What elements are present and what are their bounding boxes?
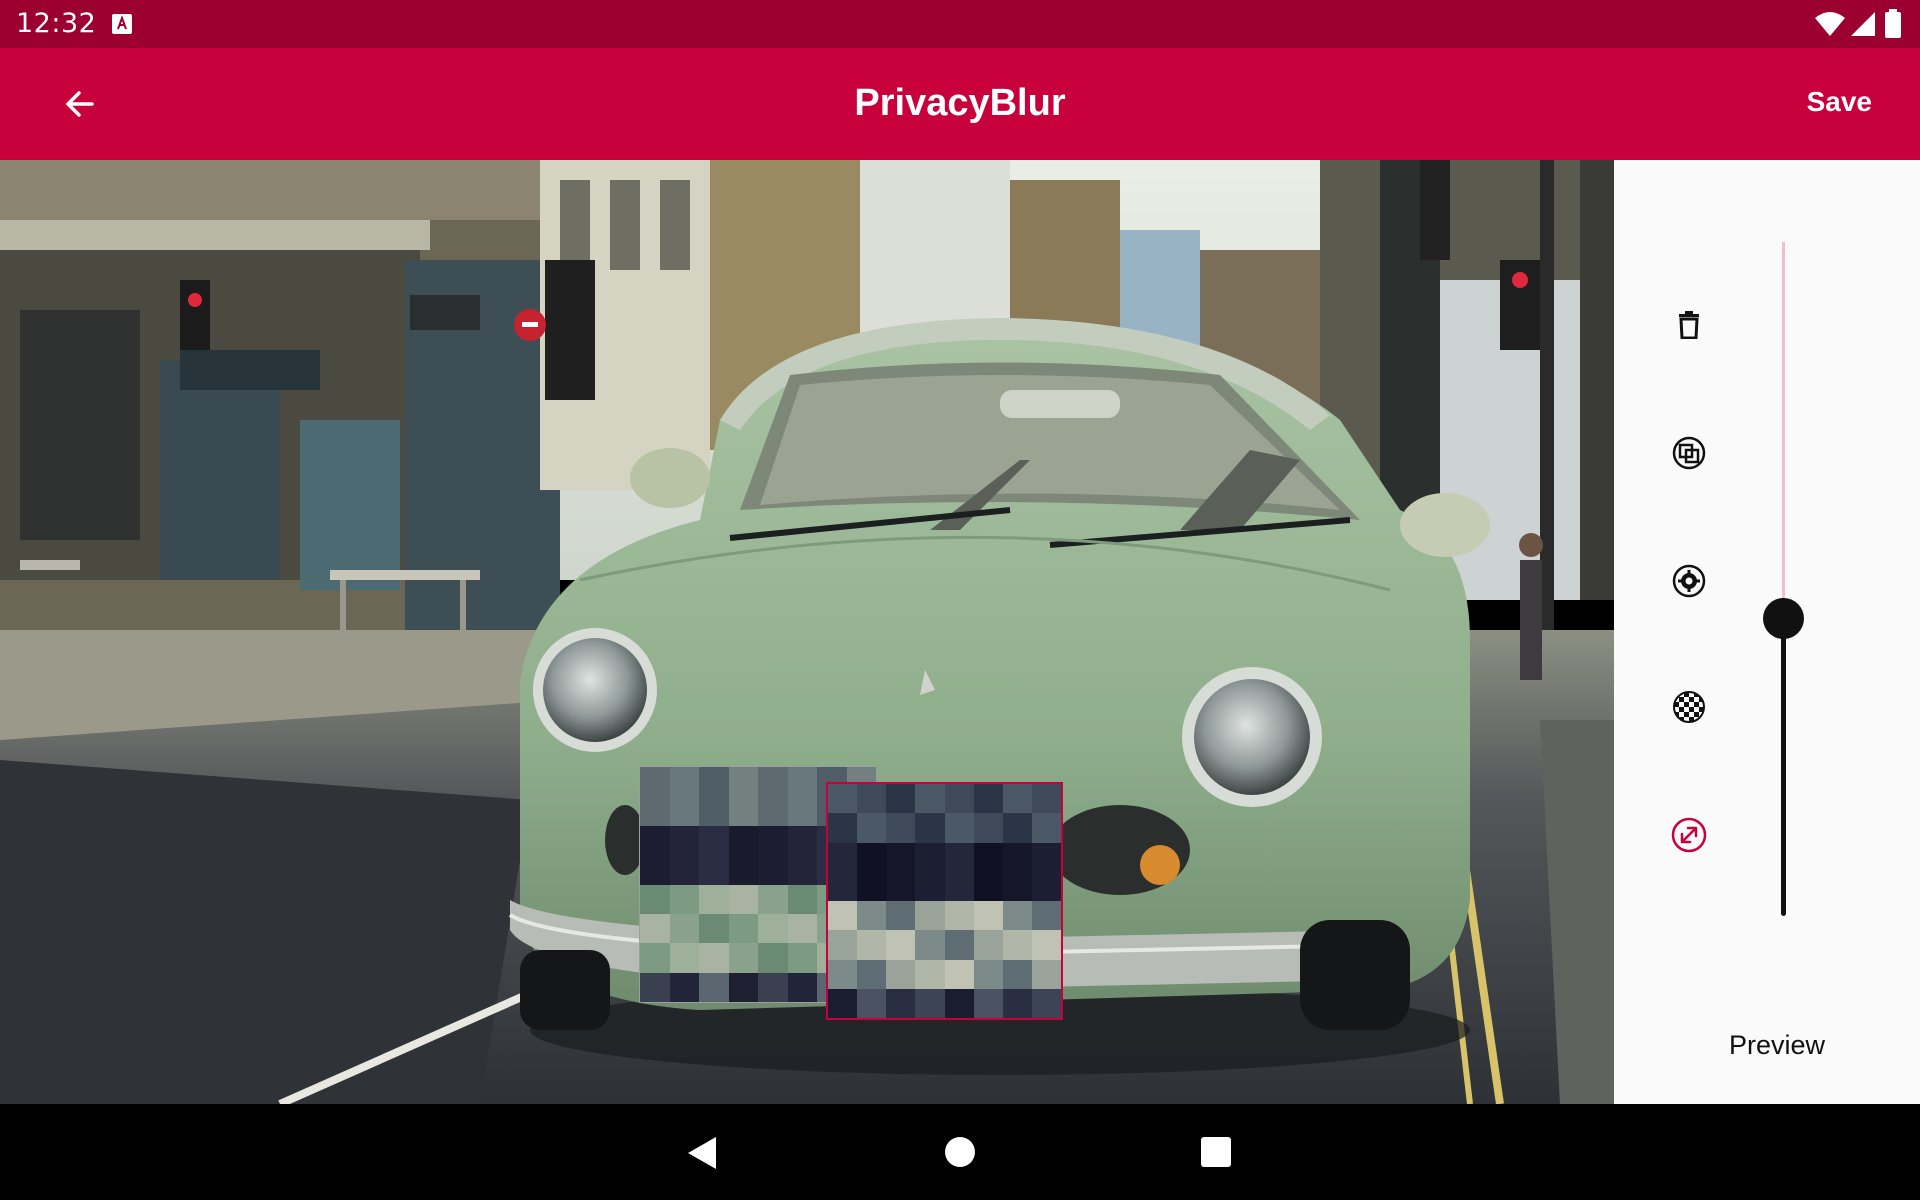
nav-back-icon[interactable] (686, 1136, 718, 1170)
checkerboard-icon (1673, 691, 1705, 723)
app-bar: PrivacyBlur Save (0, 48, 1920, 160)
gear-icon (1672, 564, 1706, 598)
blur-region-2-selected[interactable] (826, 782, 1063, 1020)
pixelate-tool-button[interactable] (1664, 682, 1714, 732)
preview-button[interactable]: Preview (1700, 1030, 1854, 1061)
slider-track-inactive[interactable] (1782, 242, 1785, 618)
resize-diagonal-icon (1671, 817, 1707, 853)
photo-canvas[interactable] (0, 160, 1614, 1104)
app-title: PrivacyBlur (854, 82, 1066, 124)
status-bar: 12:32 (0, 0, 1920, 48)
status-time: 12:32 (16, 8, 97, 39)
signal-icon (1851, 12, 1875, 36)
nav-recents-icon[interactable] (1201, 1137, 1231, 1167)
pixelated-region-2 (828, 784, 1061, 1018)
settings-tool-button[interactable] (1664, 556, 1714, 606)
battery-icon (1885, 9, 1901, 38)
delete-tool-button[interactable] (1664, 300, 1714, 350)
shape-tool-button[interactable] (1664, 428, 1714, 478)
nav-home-icon[interactable] (945, 1137, 975, 1167)
a-notification-icon (112, 14, 132, 34)
tool-panel (1614, 160, 1920, 1104)
blur-strength-slider-thumb[interactable] (1763, 598, 1804, 639)
resize-tool-button[interactable] (1664, 810, 1714, 860)
shapes-icon (1672, 436, 1706, 470)
wifi-icon (1815, 12, 1845, 36)
slider-track-active[interactable] (1781, 618, 1786, 916)
trash-icon (1679, 311, 1699, 339)
save-button[interactable]: Save (1799, 82, 1880, 122)
